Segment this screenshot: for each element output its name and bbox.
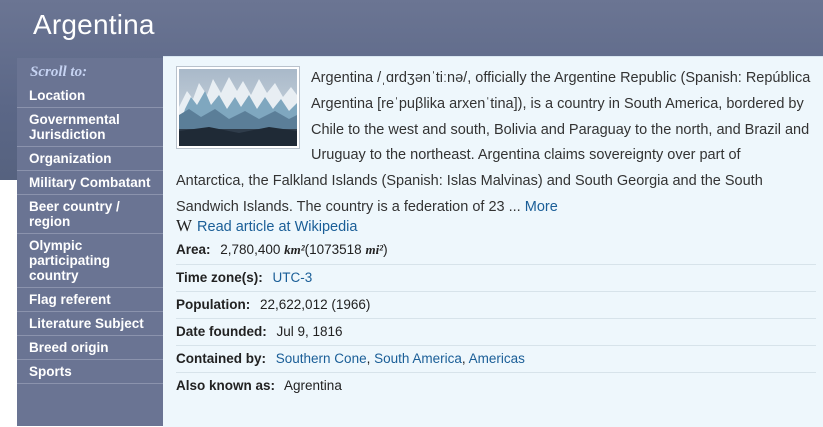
more-link[interactable]: More [525, 199, 558, 215]
area-unit-km: km² [284, 242, 305, 257]
sidebar-item-organization[interactable]: Organization [17, 147, 163, 171]
timezone-label: Time zone(s): [176, 270, 263, 285]
also-known-as-value: Agrentina [284, 378, 342, 393]
date-founded-label: Date founded: [176, 324, 267, 339]
fact-population: Population: 22,622,012 (1966) [176, 291, 816, 317]
article-description: Argentina /ˌɑrdʒənˈtiːnə/, officially th… [176, 66, 811, 221]
wikipedia-icon: W [176, 216, 193, 235]
sidebar-item-location[interactable]: Location [17, 84, 163, 108]
fact-contained-by: Contained by: Southern Cone, South Ameri… [176, 345, 816, 371]
area-value: 2,780,400 [220, 242, 281, 257]
contained-by-link-south-america[interactable]: South America [374, 351, 462, 366]
sidebar: Scroll to: Location Governmental Jurisdi… [17, 58, 163, 426]
timezone-link[interactable]: UTC-3 [273, 270, 313, 285]
sidebar-item-literature-subject[interactable]: Literature Subject [17, 312, 163, 336]
sidebar-item-flag-referent[interactable]: Flag referent [17, 288, 163, 312]
area-paren-close: ) [383, 242, 388, 257]
sidebar-item-breed-origin[interactable]: Breed origin [17, 336, 163, 360]
date-founded-value: Jul 9, 1816 [276, 324, 343, 339]
contained-by-sep: , [366, 351, 375, 366]
fact-date-founded: Date founded: Jul 9, 1816 [176, 318, 816, 344]
sidebar-item-sports[interactable]: Sports [17, 360, 163, 384]
fact-timezone: Time zone(s): UTC-3 [176, 264, 816, 290]
scroll-to-label: Scroll to: [30, 64, 88, 80]
wikipedia-link[interactable]: Read article at Wikipedia [197, 219, 357, 235]
area-paren-value: (1073518 [304, 242, 362, 257]
also-known-as-label: Also known as: [176, 378, 276, 393]
page-title: Argentina [33, 9, 155, 40]
area-label: Area: [176, 242, 211, 257]
sidebar-item-governmental-jurisdiction[interactable]: Governmental Jurisdiction [17, 108, 163, 147]
sidebar-list: Location Governmental Jurisdiction Organ… [17, 84, 163, 384]
image-spacer [176, 66, 311, 154]
wikipedia-row: W Read article at Wikipedia [176, 216, 357, 236]
contained-by-label: Contained by: [176, 351, 266, 366]
fact-area: Area: 2,780,400 km²(1073518 mi²) [176, 237, 816, 263]
area-unit-mi: mi² [365, 242, 384, 257]
sidebar-item-beer-country-region[interactable]: Beer country / region [17, 195, 163, 234]
contained-by-sep: , [461, 351, 469, 366]
contained-by-link-americas[interactable]: Americas [469, 351, 525, 366]
main-content: Argentina /ˌɑrdʒənˈtiːnə/, officially th… [163, 56, 823, 427]
fact-also-known-as: Also known as: Agrentina [176, 372, 816, 398]
population-label: Population: [176, 297, 251, 312]
contained-by-link-southern-cone[interactable]: Southern Cone [276, 351, 367, 366]
sidebar-item-military-combatant[interactable]: Military Combatant [17, 171, 163, 195]
sidebar-item-olympic-participating-country[interactable]: Olympic participating country [17, 234, 163, 288]
population-value: 22,622,012 (1966) [260, 297, 371, 312]
